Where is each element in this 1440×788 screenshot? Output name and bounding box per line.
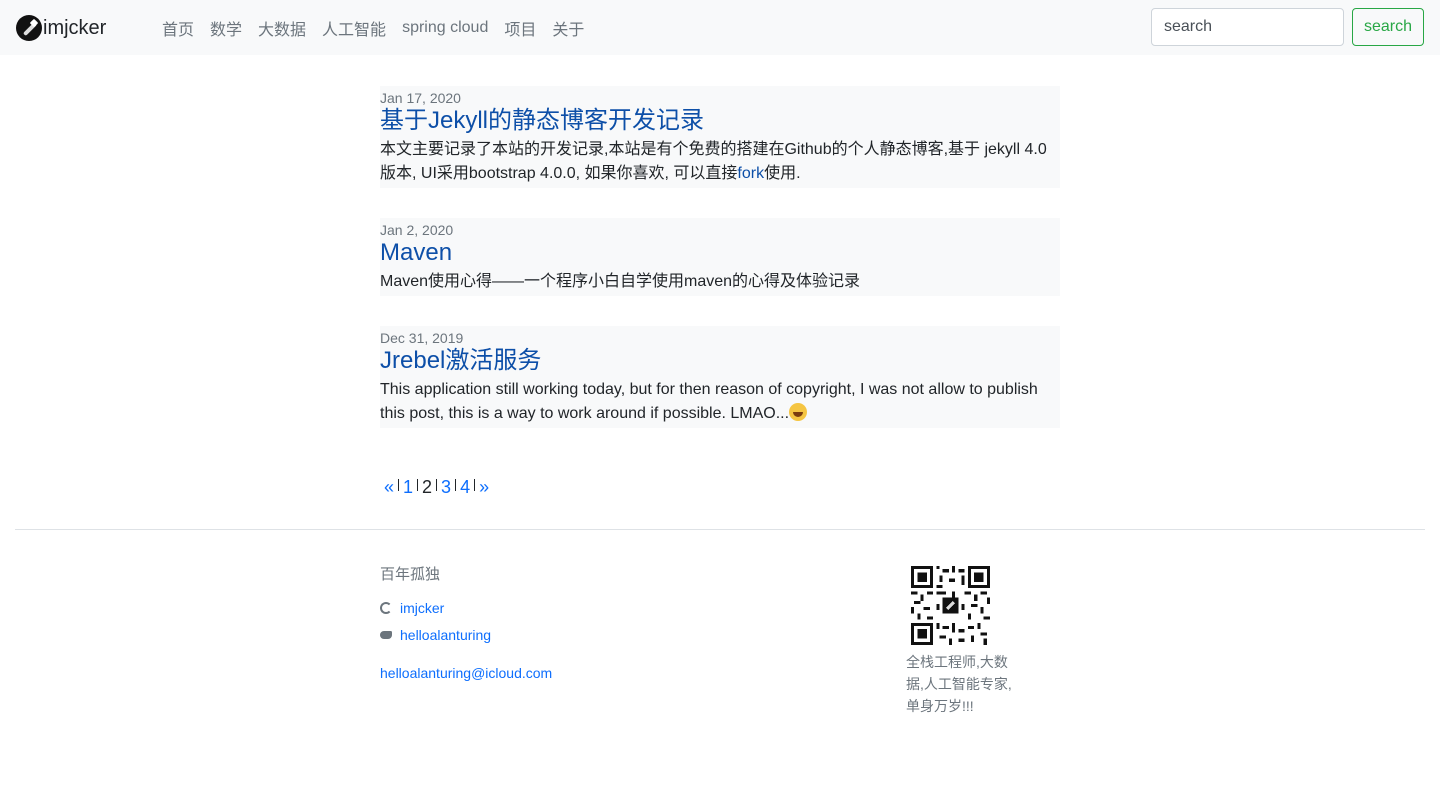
nav-link-spring-cloud[interactable]: spring cloud xyxy=(402,19,488,37)
twitter-icon xyxy=(380,629,392,641)
post-excerpt: This application still working today, bu… xyxy=(380,378,1060,426)
post-item: Jan 2, 2020 Maven Maven使用心得——一个程序小白自学使用m… xyxy=(380,218,1060,296)
twitter-row: helloalanturing xyxy=(380,627,491,643)
footer-title: 百年孤独 xyxy=(380,566,441,583)
navbar: imjcker 首页 数学 大数据 人工智能 spring cloud 项目 关… xyxy=(0,0,1440,55)
github-row: imjcker xyxy=(380,600,444,616)
github-link[interactable]: imjcker xyxy=(400,600,444,616)
post-date: Jan 2, 2020 xyxy=(380,222,454,238)
brand-text: imjcker xyxy=(43,16,107,39)
qr-description: 全栈工程师,大数据,人工智能专家,单身万岁!!! xyxy=(906,654,1012,714)
post-title-link[interactable]: Maven xyxy=(380,238,1060,268)
post-excerpt: Maven使用心得——一个程序小白自学使用maven的心得及体验记录 xyxy=(380,273,861,290)
brand-link[interactable]: imjcker xyxy=(16,14,106,42)
brand-logo-icon xyxy=(16,15,42,41)
pagination-page-3[interactable]: 3 xyxy=(437,476,455,498)
pagination-next[interactable]: » xyxy=(475,476,493,498)
search-form: search xyxy=(1151,8,1424,46)
post-title-link[interactable]: Jrebel激活服务 xyxy=(380,346,1060,376)
fork-link[interactable]: fork xyxy=(737,165,764,182)
pagination-current-page: 2 xyxy=(422,477,433,497)
nav-link-home[interactable]: 首页 xyxy=(162,16,194,40)
post-list: Jan 17, 2020 基于Jekyll的静态博客开发记录 本文主要记录了本站… xyxy=(380,86,1060,458)
main-nav: 首页 数学 大数据 人工智能 spring cloud 项目 关于 xyxy=(162,0,600,55)
twitter-link[interactable]: helloalanturing xyxy=(400,627,491,643)
search-button[interactable]: search xyxy=(1352,8,1424,46)
post-excerpt: 本文主要记录了本站的开发记录,本站是有个免费的搭建在Github的个人静态博客,… xyxy=(380,138,1060,186)
nav-link-projects[interactable]: 项目 xyxy=(504,16,536,40)
nav-link-bigdata[interactable]: 大数据 xyxy=(258,16,306,40)
footer-divider xyxy=(15,529,1425,530)
nav-link-math[interactable]: 数学 xyxy=(210,16,242,40)
pagination: « 1 2 3 4 » xyxy=(380,476,493,498)
post-excerpt-text: 本文主要记录了本站的开发记录,本站是有个免费的搭建在Github的个人静态博客,… xyxy=(380,141,1047,182)
qr-code-icon xyxy=(911,566,990,645)
pagination-page-1[interactable]: 1 xyxy=(399,476,417,498)
laughing-emoji-icon xyxy=(789,403,808,421)
post-date: Dec 31, 2019 xyxy=(380,330,464,346)
pagination-prev[interactable]: « xyxy=(380,476,398,498)
search-input[interactable] xyxy=(1151,8,1344,46)
post-excerpt-tail: 使用. xyxy=(764,165,801,182)
nav-link-about[interactable]: 关于 xyxy=(552,16,584,40)
post-date: Jan 17, 2020 xyxy=(380,90,461,106)
post-title-link[interactable]: 基于Jekyll的静态博客开发记录 xyxy=(380,106,1060,136)
email-link[interactable]: helloalanturing@icloud.com xyxy=(380,665,552,681)
post-excerpt-text: This application still working today, bu… xyxy=(380,381,1038,422)
post-item: Jan 17, 2020 基于Jekyll的静态博客开发记录 本文主要记录了本站… xyxy=(380,86,1060,188)
pagination-page-4[interactable]: 4 xyxy=(456,476,474,498)
post-item: Dec 31, 2019 Jrebel激活服务 This application… xyxy=(380,326,1060,428)
github-icon xyxy=(380,602,392,614)
nav-link-ai[interactable]: 人工智能 xyxy=(322,16,386,40)
